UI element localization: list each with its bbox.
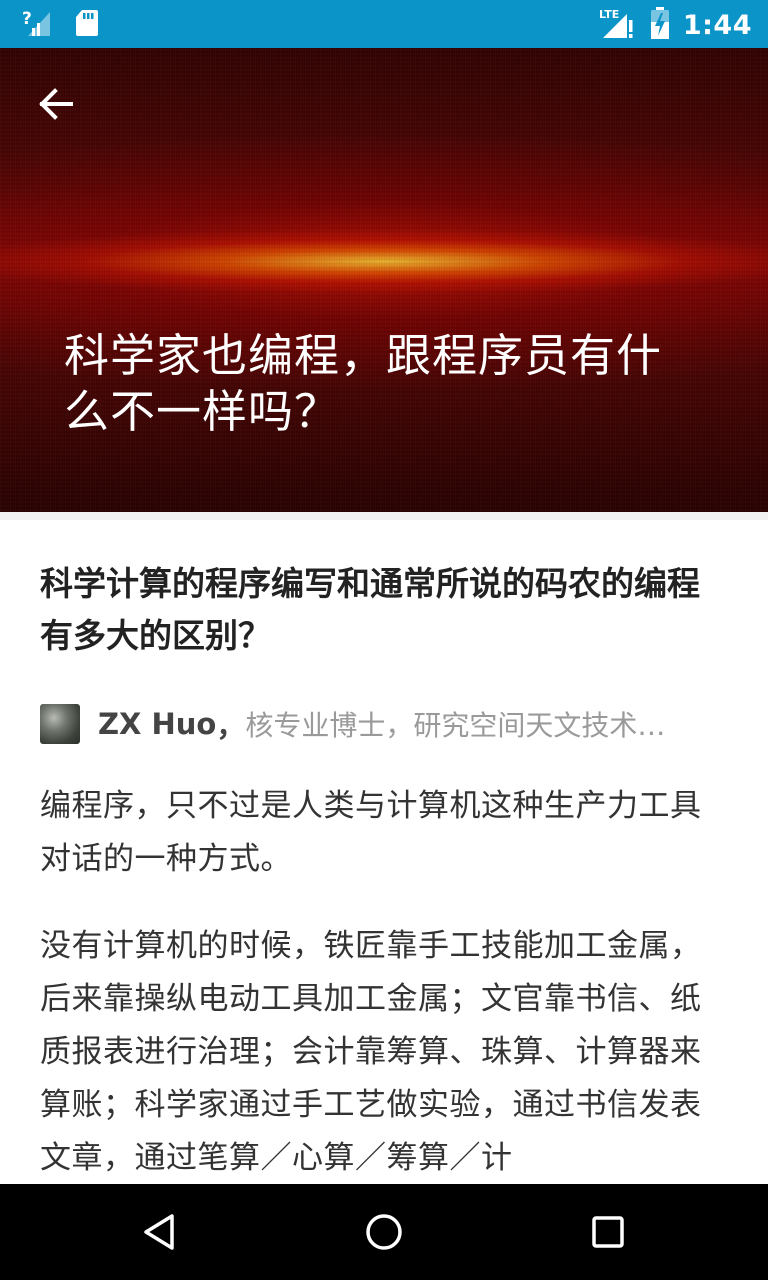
- answer-paragraph: 没有计算机的时候，铁匠靠手工技能加工金属，后来靠操纵电动工具加工金属；文官靠书信…: [40, 928, 702, 1176]
- author-row[interactable]: ZX Huo ， 核专业博士，研究空间天文技术…: [40, 702, 720, 746]
- sd-card-icon: [74, 8, 100, 42]
- status-left-icons: ?: [22, 8, 100, 42]
- nav-home-icon: [366, 1214, 402, 1250]
- nav-recents-button[interactable]: [578, 1204, 638, 1260]
- nav-home-button[interactable]: [354, 1204, 414, 1260]
- author-name[interactable]: ZX Huo: [98, 707, 216, 741]
- back-button[interactable]: [30, 82, 82, 126]
- svg-text:?: ?: [22, 9, 32, 29]
- page-title: 科学家也编程，跟程序员有什么不一样吗？: [64, 329, 663, 438]
- nav-back-button[interactable]: [130, 1204, 190, 1260]
- answer-paragraph: 编程序，只不过是人类与计算机这种生产力工具对话的一种方式。: [40, 788, 702, 877]
- lte-signal-icon: LTE: [599, 6, 637, 44]
- status-time: 1:44: [682, 9, 752, 41]
- status-right-icons: LTE 1:44: [599, 6, 752, 44]
- author-separator: ，: [216, 709, 246, 743]
- navigation-bar: [0, 1184, 768, 1280]
- avatar[interactable]: [40, 704, 80, 744]
- hero-header: 科学家也编程，跟程序员有什么不一样吗？: [0, 48, 768, 512]
- svg-text:LTE: LTE: [599, 8, 619, 21]
- author-bio: 核专业博士，研究空间天文技术…: [245, 709, 666, 742]
- arrow-left-icon: [39, 88, 73, 120]
- nav-recents-icon: [592, 1216, 624, 1248]
- hero-image: [0, 48, 768, 512]
- nav-back-icon: [144, 1214, 174, 1250]
- divider: [0, 512, 768, 520]
- question-title[interactable]: 科学计算的程序编写和通常所说的码农的编程有多大的区别？: [40, 558, 730, 662]
- status-bar: ? LTE 1:44: [0, 0, 768, 48]
- answer-content[interactable]: 科学计算的程序编写和通常所说的码农的编程有多大的区别？ ZX Huo ， 核专业…: [0, 520, 768, 1184]
- battery-charging-icon: [649, 6, 671, 44]
- signal-unknown-icon: ?: [22, 8, 52, 42]
